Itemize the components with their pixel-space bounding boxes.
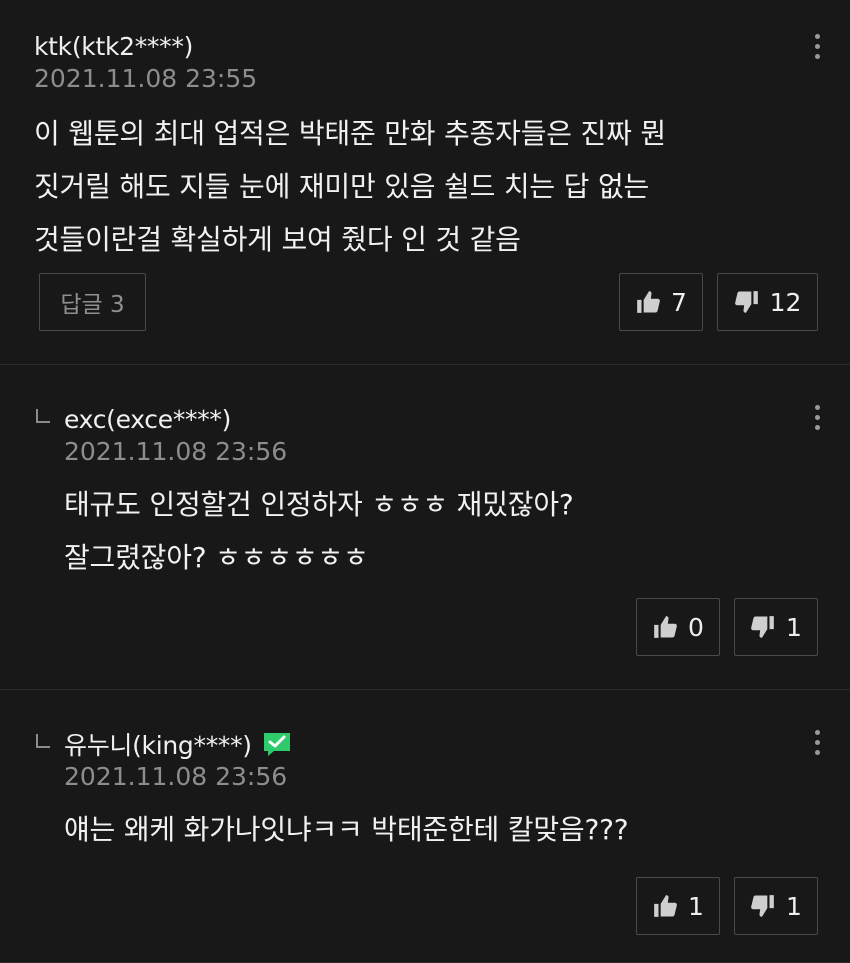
vote-actions: 1 1: [636, 877, 818, 935]
vote-actions: 7 12: [619, 273, 818, 331]
reply-arrow-icon: [36, 734, 50, 748]
reply-comment: exc(exce****) 2021.11.08 23:56 태규도 인정할건 …: [0, 365, 850, 690]
reply-count-button[interactable]: 답글 3: [39, 273, 146, 331]
thumbs-up-icon: [637, 291, 660, 313]
comment-date: 2021.11.08 23:55: [34, 64, 258, 93]
comment-header: 유누니(king****): [34, 728, 850, 760]
dislike-count: 1: [786, 891, 802, 921]
vote-actions: 0 1: [636, 598, 818, 656]
comment-date: 2021.11.08 23:56: [64, 762, 288, 791]
like-count: 0: [688, 612, 704, 642]
reply-arrow-icon: [36, 409, 50, 423]
comment-author[interactable]: exc(exce****): [64, 405, 231, 434]
comment-text: 이 웹툰의 최대 업적은 박태준 만화 추종자들은 진짜 뭔 짓거릴 해도 지들…: [34, 117, 666, 256]
comment-author[interactable]: ktk(ktk2****): [34, 32, 193, 61]
like-button[interactable]: 0: [636, 598, 720, 656]
thumbs-up-icon: [654, 616, 677, 638]
comment-text: 태규도 인정할건 인정하자 ㅎㅎㅎ 재밌잖아? 잘그렸잖아? ㅎㅎㅎㅎㅎㅎ: [64, 488, 574, 574]
thumbs-down-icon: [751, 616, 774, 638]
reply-comment: 유누니(king****) 2021.11.08 23:56 얘는 왜케 화가나…: [0, 690, 850, 963]
comment-date: 2021.11.08 23:56: [64, 437, 288, 466]
thumbs-down-icon: [734, 291, 758, 313]
dislike-count: 12: [769, 287, 802, 317]
dislike-button[interactable]: 1: [734, 598, 818, 656]
thumbs-down-icon: [751, 895, 774, 917]
more-vertical-icon[interactable]: [810, 405, 824, 430]
comment-header: exc(exce****): [34, 403, 850, 435]
thumbs-up-icon: [654, 895, 677, 917]
dislike-button[interactable]: 12: [717, 273, 818, 331]
dislike-button[interactable]: 1: [734, 877, 818, 935]
verified-badge-icon: [263, 733, 290, 756]
comment-author[interactable]: 유누니(king****): [64, 726, 252, 762]
like-count: 1: [688, 891, 704, 921]
like-count: 7: [671, 287, 687, 317]
more-vertical-icon[interactable]: [810, 730, 824, 755]
comment: ktk(ktk2****) 2021.11.08 23:55 이 웹툰의 최대 …: [0, 0, 850, 365]
comment-header: ktk(ktk2****): [34, 30, 850, 62]
like-button[interactable]: 7: [619, 273, 703, 331]
comment-text: 얘는 왜케 화가나잇냐ㅋㅋ 박태준한테 칼맞음???: [64, 813, 629, 846]
dislike-count: 1: [786, 612, 802, 642]
more-vertical-icon[interactable]: [810, 34, 824, 59]
like-button[interactable]: 1: [636, 877, 720, 935]
